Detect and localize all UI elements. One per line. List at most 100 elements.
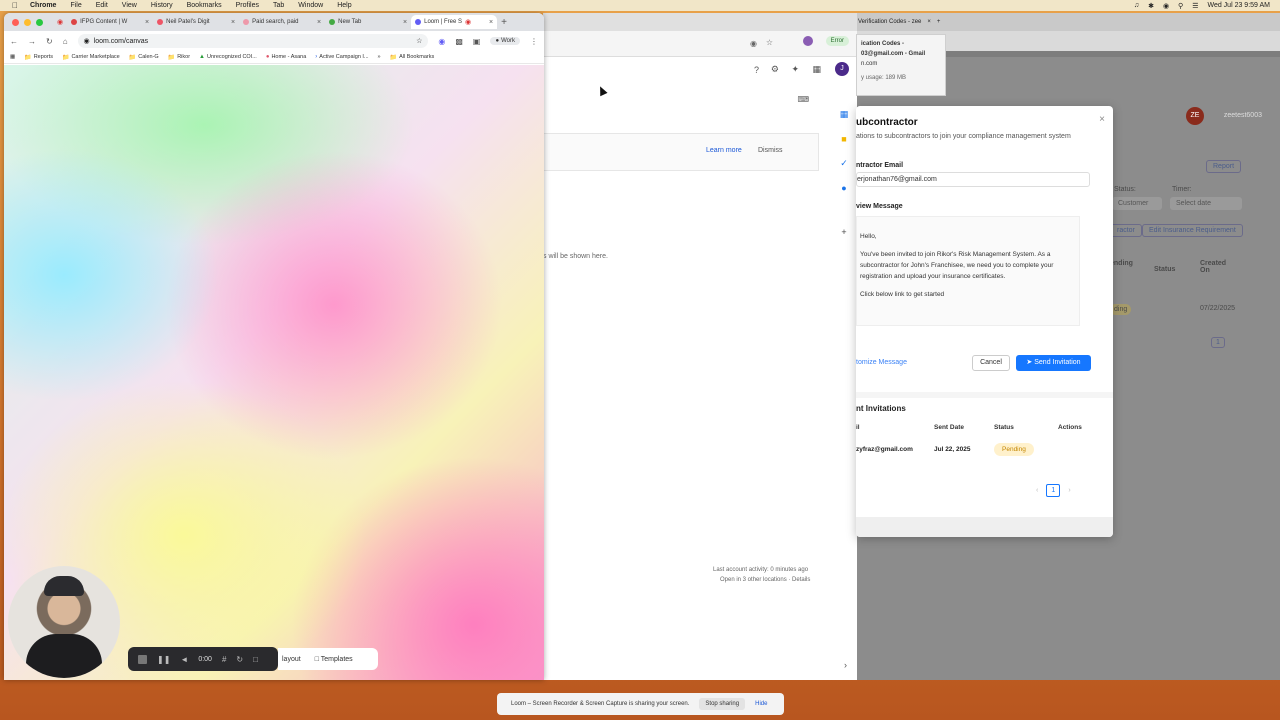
- close-icon[interactable]: ×: [1099, 114, 1105, 125]
- account-avatar[interactable]: J: [835, 62, 849, 76]
- bookmark-calen-g[interactable]: 📁 Calen-G: [129, 54, 159, 61]
- more-menu-icon[interactable]: ⋮: [530, 37, 538, 46]
- prev-page-icon[interactable]: ‹: [1036, 487, 1038, 494]
- delete-icon[interactable]: □: [253, 655, 258, 664]
- site-info-icon[interactable]: ◉: [84, 37, 90, 45]
- close-icon[interactable]: ×: [145, 19, 149, 26]
- menu-help[interactable]: Help: [337, 2, 351, 9]
- user-name[interactable]: zeetest6003: [1224, 112, 1262, 119]
- bookmarks-overflow-icon[interactable]: »: [378, 54, 381, 60]
- apps-grid-icon[interactable]: ▦: [812, 64, 821, 75]
- reload-icon[interactable]: ↻: [46, 37, 53, 46]
- bookmark-rikor[interactable]: 📁 Rikor: [168, 54, 190, 61]
- pagination-page[interactable]: 1: [1211, 337, 1225, 348]
- menu-view[interactable]: View: [122, 2, 137, 9]
- bookmark-active-campaign[interactable]: › Active Campaign I...: [315, 54, 368, 60]
- volume-icon[interactable]: ♫: [1134, 2, 1139, 9]
- other-locations-link[interactable]: Open in 3 other locations · Details: [720, 577, 810, 583]
- apple-icon[interactable]: : [12, 1, 22, 11]
- tasks-icon[interactable]: ✓: [840, 158, 848, 169]
- help-icon[interactable]: ?: [754, 65, 759, 75]
- keyboard-icon[interactable]: ⌨: [797, 95, 809, 104]
- layout-button[interactable]: layout: [282, 656, 301, 663]
- home-icon[interactable]: ⌂: [63, 37, 68, 46]
- stop-sharing-button[interactable]: Stop sharing: [699, 698, 746, 710]
- menu-tab[interactable]: Tab: [273, 2, 284, 9]
- pagination-page[interactable]: 1: [1046, 484, 1061, 497]
- star-icon[interactable]: ☆: [416, 37, 422, 45]
- customer-select[interactable]: Customer: [1112, 197, 1162, 210]
- tab-ifpg[interactable]: IFPG Content | W ×: [67, 15, 153, 29]
- keep-icon[interactable]: ■: [841, 134, 846, 144]
- menu-bookmarks[interactable]: Bookmarks: [187, 2, 222, 9]
- send-invitation-button[interactable]: ➤ Send Invitation: [1016, 355, 1091, 371]
- customize-message-link[interactable]: tomize Message: [856, 359, 907, 366]
- close-icon[interactable]: ×: [403, 19, 407, 26]
- menu-edit[interactable]: Edit: [96, 2, 108, 9]
- tab-new-tab[interactable]: New Tab ×: [325, 15, 411, 29]
- address-bar[interactable]: ◉ loom.com/canvas ☆: [77, 34, 429, 48]
- add-icon[interactable]: +: [841, 227, 846, 237]
- menu-file[interactable]: File: [70, 2, 81, 9]
- email-field[interactable]: erjonathan76@gmail.com: [856, 172, 1090, 187]
- bookmark-unrecognized-coi[interactable]: ▲ Unrecognized COI...: [199, 54, 257, 60]
- pause-icon[interactable]: ❚❚: [157, 655, 170, 664]
- contractor-button[interactable]: ractor: [1110, 224, 1142, 237]
- back-icon[interactable]: ←: [10, 37, 18, 46]
- date-select[interactable]: Select date: [1170, 197, 1242, 210]
- close-icon[interactable]: ×: [317, 19, 321, 26]
- new-tab-icon[interactable]: +: [501, 17, 507, 28]
- menu-profiles[interactable]: Profiles: [236, 2, 259, 9]
- bookmark-all-bookmarks[interactable]: 📁 All Bookmarks: [390, 54, 435, 61]
- calendar-icon[interactable]: ▦: [840, 109, 849, 120]
- hide-button[interactable]: Hide: [755, 701, 767, 707]
- edit-insurance-button[interactable]: Edit Insurance Requirement: [1142, 224, 1243, 237]
- templates-button[interactable]: □ Templates: [315, 656, 353, 663]
- restart-icon[interactable]: ↻: [236, 655, 243, 664]
- new-tab-icon[interactable]: +: [937, 19, 941, 25]
- search-icon[interactable]: ⚲: [1178, 2, 1183, 10]
- bookmark-asana[interactable]: ● Home - Asana: [266, 54, 306, 60]
- apps-grid-icon[interactable]: ▦: [10, 54, 15, 60]
- bookmark-carrier-marketplace[interactable]: 📁 Carrier Marketplace: [62, 54, 120, 61]
- menu-app-name[interactable]: Chrome: [30, 2, 56, 9]
- chevron-right-icon[interactable]: ›: [844, 660, 847, 670]
- contacts-icon[interactable]: ●: [841, 183, 846, 193]
- webcam-bubble[interactable]: [8, 566, 120, 678]
- forward-icon[interactable]: →: [28, 37, 36, 46]
- close-window-icon[interactable]: [12, 18, 19, 26]
- loom-extension-icon[interactable]: ◉: [438, 37, 445, 46]
- wifi-icon[interactable]: ◉: [1163, 2, 1169, 10]
- column-created-on[interactable]: Created On: [1200, 260, 1230, 274]
- bluetooth-icon[interactable]: ✱: [1148, 2, 1154, 10]
- profile-button[interactable]: ● Work: [490, 37, 520, 45]
- zoom-window-icon[interactable]: [36, 18, 43, 26]
- url-text[interactable]: loom.com/canvas: [94, 38, 148, 45]
- gemini-icon[interactable]: ✦: [791, 64, 799, 75]
- mid-address-bar[interactable]: ◉ ☆ Error: [543, 31, 857, 57]
- close-icon[interactable]: ×: [231, 19, 235, 26]
- close-icon[interactable]: ×: [927, 19, 931, 25]
- minimize-window-icon[interactable]: [24, 18, 31, 26]
- dismiss-link[interactable]: Dismiss: [758, 147, 783, 154]
- tab-neil-patel[interactable]: Neil Patel's Digit ×: [153, 15, 239, 29]
- star-icon[interactable]: ☆: [766, 38, 773, 47]
- close-icon[interactable]: ×: [489, 19, 493, 26]
- draw-icon[interactable]: #: [222, 655, 226, 664]
- avatar[interactable]: ZE: [1186, 107, 1204, 125]
- next-page-icon[interactable]: ›: [1068, 487, 1070, 494]
- eye-icon[interactable]: ◉: [750, 39, 757, 48]
- control-center-icon[interactable]: ☰: [1192, 2, 1198, 10]
- error-pill[interactable]: Error: [825, 36, 849, 46]
- menu-window[interactable]: Window: [298, 2, 323, 9]
- avatar[interactable]: [803, 36, 813, 46]
- menu-history[interactable]: History: [151, 2, 173, 9]
- tab-search-icon[interactable]: ▣: [473, 37, 481, 46]
- right-tab-label[interactable]: Verification Codes - zee: [858, 19, 921, 25]
- clock-text[interactable]: Wed Jul 23 9:59 AM: [1207, 2, 1270, 9]
- cancel-button[interactable]: Cancel: [972, 355, 1010, 371]
- bookmark-reports[interactable]: 📁 Reports: [24, 54, 53, 61]
- tab-paid-search[interactable]: Paid search, paid ×: [239, 15, 325, 29]
- extensions-icon[interactable]: ▩: [455, 37, 463, 46]
- report-button[interactable]: Report: [1206, 160, 1242, 173]
